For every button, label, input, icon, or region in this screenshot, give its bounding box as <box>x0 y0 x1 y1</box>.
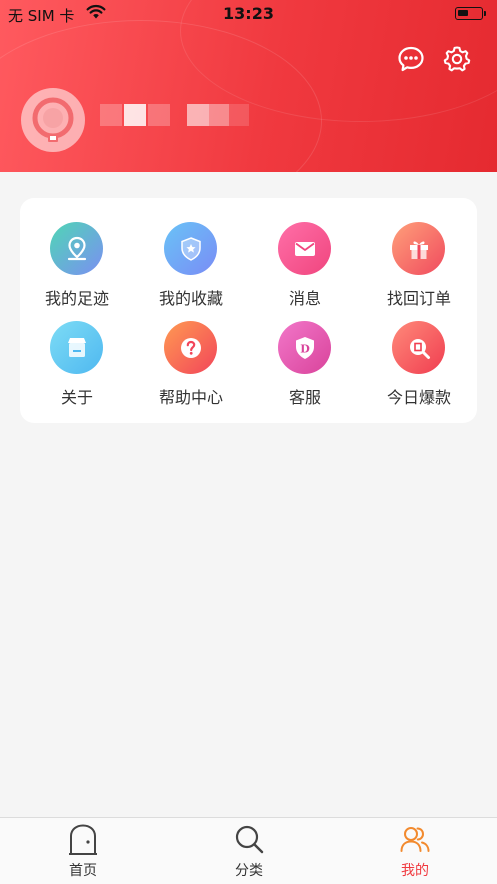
menu-item-label: 消息 <box>288 289 321 308</box>
user-group-icon <box>400 827 430 852</box>
search-icon <box>235 825 264 854</box>
tab-category[interactable]: 分类 <box>166 818 332 884</box>
menu-item-label: 我的收藏 <box>158 289 223 308</box>
menu-item-hot-today[interactable]: 今日爆款 <box>362 321 476 421</box>
svg-text:D: D <box>300 342 310 355</box>
menu-item-label: 客服 <box>288 388 321 407</box>
tab-label: 分类 <box>235 863 263 879</box>
location-pin-icon <box>50 222 103 275</box>
store-icon <box>50 321 103 374</box>
status-bar: 无 SIM 卡 13:23 <box>0 0 497 28</box>
menu-item-favorites[interactable]: 我的收藏 <box>134 222 248 322</box>
menu-item-label: 今日爆款 <box>386 388 451 407</box>
menu-item-label: 帮助中心 <box>158 388 223 407</box>
search-doc-icon <box>392 321 445 374</box>
tab-label: 我的 <box>401 863 429 879</box>
menu-item-help-center[interactable]: 帮助中心 <box>134 321 248 421</box>
tab-home[interactable]: 首页 <box>0 818 166 884</box>
menu-item-footprint[interactable]: 我的足迹 <box>20 222 134 322</box>
menu-item-messages[interactable]: 消息 <box>248 222 362 322</box>
avatar[interactable] <box>21 88 85 152</box>
menu-item-label: 找回订单 <box>386 289 451 308</box>
settings-gear-icon[interactable] <box>442 44 472 74</box>
menu-item-retrieve-order[interactable]: 找回订单 <box>362 222 476 322</box>
tab-mine[interactable]: 我的 <box>332 818 497 884</box>
bottom-tab-bar: 首页 分类 我的 <box>0 817 497 884</box>
profile-header: 无 SIM 卡 13:23 <box>0 0 497 172</box>
home-icon <box>69 824 97 855</box>
menu-item-customer-service[interactable]: D 客服 <box>248 321 362 421</box>
gift-icon <box>392 222 445 275</box>
d-shield-icon: D <box>278 321 331 374</box>
clock-text: 13:23 <box>223 4 274 23</box>
message-icon[interactable] <box>396 44 426 74</box>
question-icon <box>164 321 217 374</box>
menu-item-label: 关于 <box>60 388 93 407</box>
menu-item-about[interactable]: 关于 <box>20 321 134 421</box>
battery-icon <box>455 7 486 20</box>
menu-item-label: 我的足迹 <box>44 289 109 308</box>
envelope-icon <box>278 222 331 275</box>
menu-grid: 我的足迹 我的收藏 消息 找回订单 关于 帮助中心 D 客服 今日爆款 <box>20 198 477 423</box>
star-shield-icon <box>164 222 217 275</box>
tab-label: 首页 <box>69 863 97 879</box>
